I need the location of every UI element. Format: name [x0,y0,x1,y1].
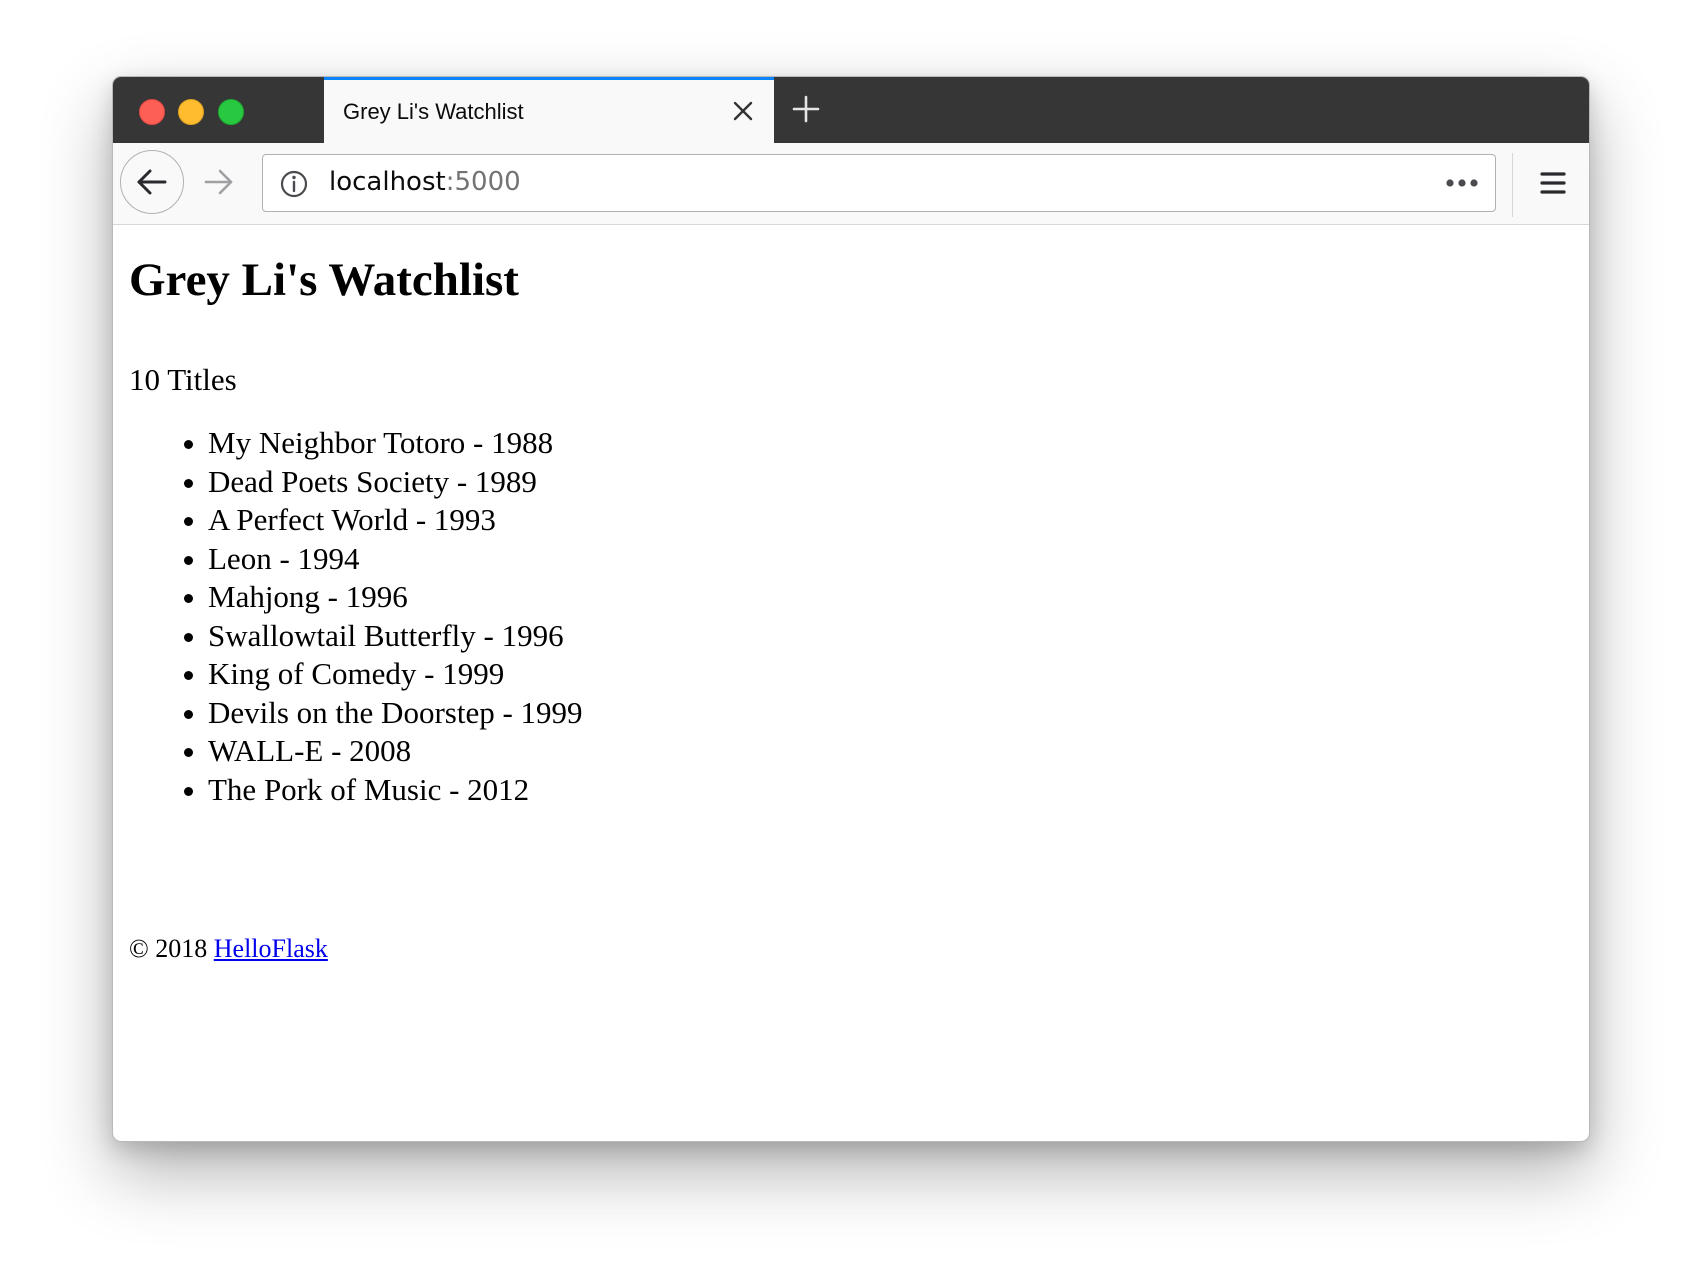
movie-item: Leon - 1994 [184,540,583,579]
address-bar[interactable]: localhost:5000 [262,154,1496,212]
movie-item: The Pork of Music - 2012 [184,771,583,810]
helloflask-link[interactable]: HelloFlask [214,934,328,963]
navigation-toolbar: localhost:5000 [113,143,1589,225]
movie-item: My Neighbor Totoro - 1988 [184,424,583,463]
tab-title: Grey Li's Watchlist [343,99,524,124]
movie-item: Dead Poets Society - 1989 [184,463,583,502]
close-icon[interactable] [730,98,756,124]
url-port: :5000 [445,167,521,197]
tab-active[interactable]: Grey Li's Watchlist [324,77,774,143]
movie-item: Swallowtail Butterfly - 1996 [184,617,583,656]
toolbar-divider [1512,153,1513,217]
footer: © 2018 HelloFlask [129,936,328,962]
page-content: Grey Li's Watchlist 10 Titles My Neighbo… [113,225,1589,1141]
movie-item: A Perfect World - 1993 [184,501,583,540]
forward-button[interactable] [194,157,244,207]
title-count: 10 Titles [129,362,237,397]
info-icon[interactable] [279,169,309,199]
plus-icon[interactable] [789,92,823,126]
back-button[interactable] [120,150,184,214]
more-horizontal-icon[interactable] [1443,171,1481,195]
movie-list: My Neighbor Totoro - 1988 Dead Poets Soc… [184,424,583,810]
browser-window: Grey Li's Watchlist localhost:5000 Grey … [112,76,1590,1142]
movie-item: Devils on the Doorstep - 1999 [184,694,583,733]
url-host: localhost [329,167,446,197]
tab-bar: Grey Li's Watchlist [113,77,1589,143]
zoom-window-button[interactable] [218,99,244,125]
footer-copyright: © 2018 [129,934,214,963]
movie-item: King of Comedy - 1999 [184,655,583,694]
minimize-window-button[interactable] [178,99,204,125]
back-arrow-icon [137,169,167,195]
page-title: Grey Li's Watchlist [129,254,519,306]
hamburger-menu-icon[interactable] [1533,163,1573,203]
forward-arrow-icon [204,169,233,195]
close-window-button[interactable] [139,99,165,125]
movie-item: WALL-E - 2008 [184,732,583,771]
movie-item: Mahjong - 1996 [184,578,583,617]
url-text[interactable]: localhost:5000 [329,167,521,197]
